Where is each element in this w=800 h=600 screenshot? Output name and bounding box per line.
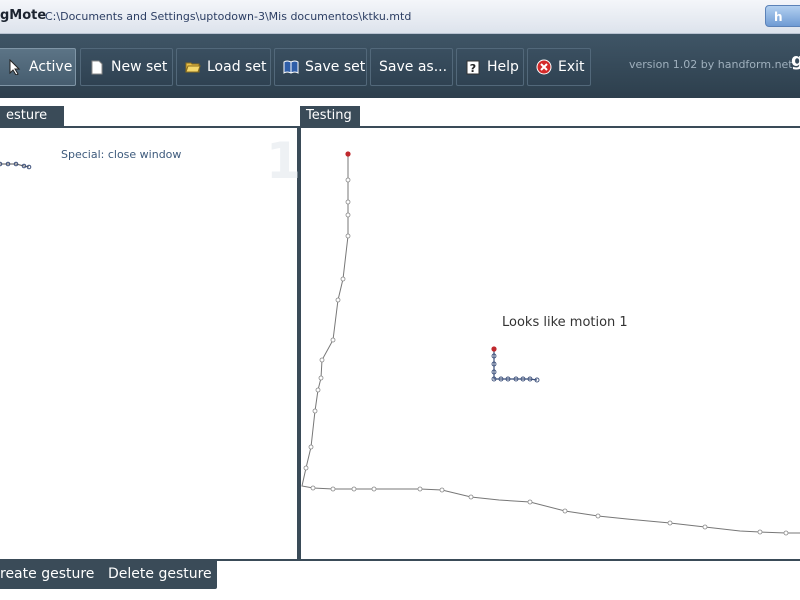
matched-start-point [491, 346, 497, 352]
delete-gesture-button[interactable]: Delete gesture [108, 566, 212, 582]
gesture-thumbnail [0, 161, 32, 170]
create-gesture-button[interactable]: reate gesture [0, 566, 94, 582]
gesture-drawings [0, 151, 800, 536]
gesture-actions-bar: reate gesture Delete gesture [0, 559, 217, 589]
matched-gesture [491, 346, 540, 383]
test-stroke [301, 151, 800, 536]
stroke-start-point [345, 151, 351, 157]
